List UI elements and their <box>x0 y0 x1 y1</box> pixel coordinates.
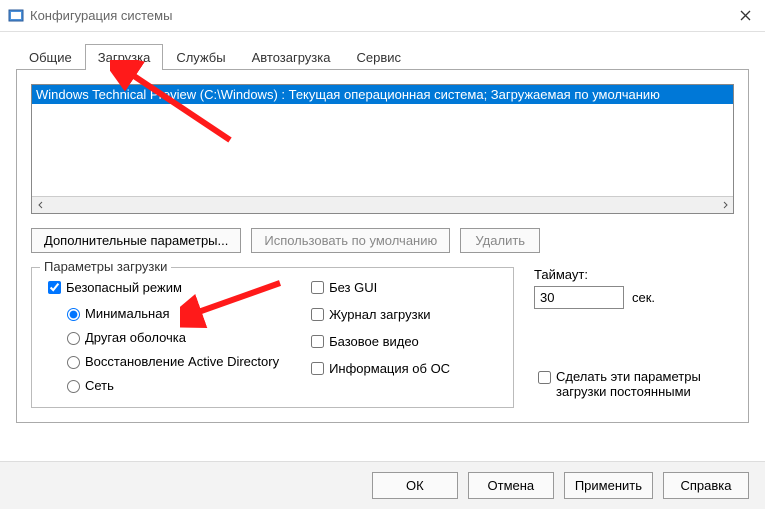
tab-tools[interactable]: Сервис <box>343 44 414 70</box>
apply-button[interactable]: Применить <box>564 472 653 499</box>
cancel-button[interactable]: Отмена <box>468 472 554 499</box>
tab-general[interactable]: Общие <box>16 44 85 70</box>
timeout-input[interactable] <box>534 286 624 309</box>
safe-mode-input[interactable] <box>48 281 61 294</box>
alt-shell-radio[interactable]: Другая оболочка <box>62 329 279 345</box>
minimal-radio[interactable]: Минимальная <box>62 305 279 321</box>
boot-log-checkbox[interactable]: Журнал загрузки <box>307 305 450 324</box>
network-radio[interactable]: Сеть <box>62 377 279 393</box>
persist-checkbox[interactable]: Сделать эти параметры загрузки постоянны… <box>534 369 734 399</box>
no-gui-label: Без GUI <box>329 280 377 295</box>
group-title: Параметры загрузки <box>40 259 171 274</box>
base-video-label: Базовое видео <box>329 334 419 349</box>
app-icon <box>8 8 24 24</box>
dialog-content: Общие Загрузка Службы Автозагрузка Серви… <box>0 32 765 435</box>
close-button[interactable] <box>725 0 765 32</box>
minimal-label: Минимальная <box>85 306 170 321</box>
os-info-label: Информация об ОС <box>329 361 450 376</box>
ok-button[interactable]: ОК <box>372 472 458 499</box>
boot-log-input[interactable] <box>311 308 324 321</box>
ad-repair-input[interactable] <box>67 356 80 369</box>
tab-services[interactable]: Службы <box>163 44 238 70</box>
set-default-button[interactable]: Использовать по умолчанию <box>251 228 450 253</box>
ad-repair-label: Восстановление Active Directory <box>85 354 279 369</box>
ad-repair-radio[interactable]: Восстановление Active Directory <box>62 353 279 369</box>
tab-panel-boot: Windows Technical Preview (C:\Windows) :… <box>16 70 749 423</box>
advanced-options-button[interactable]: Дополнительные параметры... <box>31 228 241 253</box>
network-label: Сеть <box>85 378 114 393</box>
os-info-checkbox[interactable]: Информация об ОС <box>307 359 450 378</box>
minimal-input[interactable] <box>67 308 80 321</box>
scroll-right-icon[interactable] <box>716 197 733 214</box>
alt-shell-input[interactable] <box>67 332 80 345</box>
timeout-label: Таймаут: <box>534 267 734 282</box>
horizontal-scrollbar[interactable] <box>32 196 733 213</box>
tab-startup[interactable]: Автозагрузка <box>239 44 344 70</box>
scroll-left-icon[interactable] <box>32 197 49 214</box>
left-column: Безопасный режим Минимальная Другая обол… <box>44 278 279 395</box>
boot-entries-list[interactable]: Windows Technical Preview (C:\Windows) :… <box>31 84 734 214</box>
timeout-column: Таймаут: сек. Сделать эти параметры загр… <box>534 267 734 408</box>
base-video-checkbox[interactable]: Базовое видео <box>307 332 450 351</box>
tab-boot[interactable]: Загрузка <box>85 44 164 70</box>
boot-action-buttons: Дополнительные параметры... Использовать… <box>31 228 734 253</box>
lower-section: Параметры загрузки Безопасный режим Мини… <box>31 267 734 408</box>
base-video-input[interactable] <box>311 335 324 348</box>
boot-log-label: Журнал загрузки <box>329 307 430 322</box>
network-input[interactable] <box>67 380 80 393</box>
boot-options-group: Параметры загрузки Безопасный режим Мини… <box>31 267 514 408</box>
safe-mode-checkbox[interactable]: Безопасный режим <box>44 278 279 297</box>
window-title: Конфигурация системы <box>30 8 725 23</box>
dialog-footer: ОК Отмена Применить Справка <box>0 461 765 509</box>
boot-entry-row[interactable]: Windows Technical Preview (C:\Windows) :… <box>32 85 733 104</box>
safe-mode-label: Безопасный режим <box>66 280 182 295</box>
persist-label: Сделать эти параметры загрузки постоянны… <box>556 369 734 399</box>
tab-strip: Общие Загрузка Службы Автозагрузка Серви… <box>16 44 749 70</box>
no-gui-checkbox[interactable]: Без GUI <box>307 278 450 297</box>
title-bar: Конфигурация системы <box>0 0 765 32</box>
persist-input[interactable] <box>538 371 551 384</box>
os-info-input[interactable] <box>311 362 324 375</box>
alt-shell-label: Другая оболочка <box>85 330 186 345</box>
help-button[interactable]: Справка <box>663 472 749 499</box>
right-column: Без GUI Журнал загрузки Базовое видео <box>307 278 450 395</box>
delete-button[interactable]: Удалить <box>460 228 540 253</box>
timeout-unit: сек. <box>632 290 655 305</box>
no-gui-input[interactable] <box>311 281 324 294</box>
